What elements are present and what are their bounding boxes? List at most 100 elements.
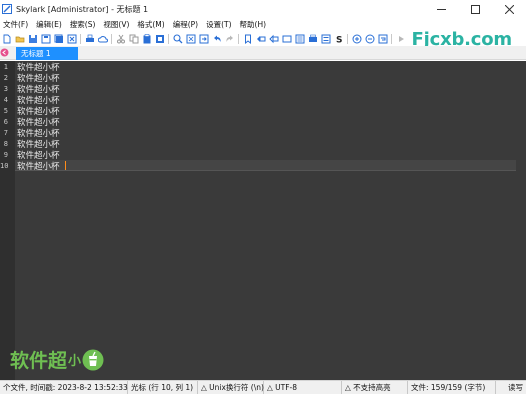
text-caret <box>65 161 66 170</box>
line-number: 7 <box>3 129 8 137</box>
line-number: 5 <box>3 107 8 115</box>
save-as-button[interactable] <box>40 33 51 44</box>
status-bar: 个文件, 时间戳: 2023-8-2 13:52:33 光标 (行 10, 列 … <box>0 380 526 394</box>
minimize-button[interactable] <box>424 0 458 18</box>
print-button[interactable] <box>84 33 95 44</box>
minimize-icon <box>436 8 446 10</box>
status-line-ending[interactable]: △ Unix换行符 (\n) <box>198 380 264 394</box>
save-as-icon <box>41 34 50 43</box>
open-button[interactable] <box>14 33 25 44</box>
redo-button[interactable] <box>224 33 235 44</box>
format-button[interactable] <box>294 33 305 44</box>
line-number: 6 <box>3 118 8 126</box>
format-icon <box>295 34 304 43</box>
open-icon <box>15 36 24 42</box>
save-button[interactable] <box>27 33 38 44</box>
status-cursor: 光标 (行 10, 列 1) <box>128 380 198 394</box>
replace-icon <box>186 34 195 43</box>
status-encoding[interactable]: △ UTF-8 <box>264 380 342 394</box>
line-number: 1 <box>3 63 8 71</box>
print-preview-button[interactable] <box>307 33 318 44</box>
indent-left-button[interactable] <box>255 33 266 44</box>
status-warning-icon: △ <box>345 382 354 392</box>
print-preview-icon <box>308 34 317 42</box>
toolbar-separator <box>391 33 392 44</box>
paste-button[interactable] <box>141 33 152 44</box>
menu-search[interactable]: 搜索(S) <box>67 19 101 30</box>
goto-button[interactable] <box>198 33 209 44</box>
close-file-icon <box>67 34 76 43</box>
paste-special-button[interactable] <box>154 33 165 44</box>
menu-format[interactable]: 格式(M) <box>134 19 169 30</box>
goto-icon <box>199 34 208 43</box>
status-warning-icon: △ <box>267 382 276 392</box>
search-icon <box>172 33 182 43</box>
line-number: 4 <box>3 96 8 104</box>
maximize-button[interactable] <box>458 0 492 18</box>
paste-icon <box>143 33 150 43</box>
text-s-button[interactable]: S <box>333 33 344 44</box>
toolbar-separator <box>80 33 81 44</box>
editor-area[interactable]: 1 2 3 4 5 6 7 8 9 10 软件超小杯 软件超小杯 软件超小杯 软… <box>0 61 526 380</box>
zoom-in-icon <box>352 34 361 43</box>
undo-icon <box>213 35 221 42</box>
status-file-info: 个文件, 时间戳: 2023-8-2 13:52:33 <box>0 380 128 394</box>
watermark-text: 软件超 <box>10 350 68 372</box>
run-button[interactable] <box>395 33 406 44</box>
text-s-icon: S <box>336 35 342 44</box>
tab-scroll-left-icon[interactable] <box>0 48 9 57</box>
zoom-in-button[interactable] <box>351 33 362 44</box>
window-title: Skylark [Administrator] - 无标题 1 <box>16 4 149 14</box>
print-icon <box>85 34 94 42</box>
save-all-button[interactable] <box>53 33 64 44</box>
wrap-button[interactable] <box>377 33 388 44</box>
search-button[interactable] <box>172 33 183 44</box>
watermark-bottom: 软件超 小 <box>10 346 104 373</box>
zoom-out-button[interactable] <box>364 33 375 44</box>
toolbar-separator <box>238 33 239 44</box>
box-button[interactable] <box>281 33 292 44</box>
close-icon <box>504 4 514 14</box>
line-number: 3 <box>3 85 8 93</box>
replace-button[interactable] <box>185 33 196 44</box>
box-icon <box>282 35 291 42</box>
menu-help[interactable]: 帮助(H) <box>237 19 272 30</box>
zoom-out-icon <box>365 34 374 43</box>
status-warning-icon: △ <box>201 382 210 392</box>
close-button[interactable] <box>492 0 526 18</box>
menu-program[interactable]: 编程(P) <box>170 19 203 30</box>
redo-icon <box>225 35 233 42</box>
status-mode[interactable]: 读写 <box>496 381 526 394</box>
list-button[interactable] <box>320 33 331 44</box>
run-icon <box>398 35 404 42</box>
cut-icon <box>116 34 125 43</box>
app-icon <box>2 4 12 14</box>
indent-left-icon <box>256 35 265 42</box>
menu-view[interactable]: 视图(V) <box>100 19 134 30</box>
cut-button[interactable] <box>115 33 126 44</box>
current-line-highlight <box>15 160 526 171</box>
cloud-button[interactable] <box>97 33 108 44</box>
line-number: 9 <box>3 151 8 159</box>
bookmark-button[interactable] <box>242 33 253 44</box>
indent-right-button[interactable] <box>268 33 279 44</box>
svg-text:S: S <box>336 35 342 44</box>
status-file-size: 文件: 159/159 (字节) <box>408 380 496 394</box>
status-highlight[interactable]: △ 不支持高亮 <box>342 380 408 394</box>
save-icon <box>28 34 37 43</box>
undo-button[interactable] <box>211 33 222 44</box>
line-number: 2 <box>3 74 8 82</box>
maximize-icon <box>470 4 480 14</box>
close-file-button[interactable] <box>66 33 77 44</box>
vertical-scrollbar[interactable] <box>516 61 526 380</box>
tab-untitled-1[interactable]: 无标题 1 <box>16 47 78 60</box>
copy-button[interactable] <box>128 33 139 44</box>
paste-special-icon <box>155 34 164 43</box>
menu-edit[interactable]: 编辑(E) <box>33 19 67 30</box>
cloud-icon <box>97 35 108 42</box>
new-file-icon <box>3 34 10 43</box>
menu-settings[interactable]: 设置(T) <box>203 19 236 30</box>
new-file-button[interactable] <box>1 33 12 44</box>
save-all-icon <box>54 34 63 43</box>
menu-file[interactable]: 文件(F) <box>0 19 33 30</box>
